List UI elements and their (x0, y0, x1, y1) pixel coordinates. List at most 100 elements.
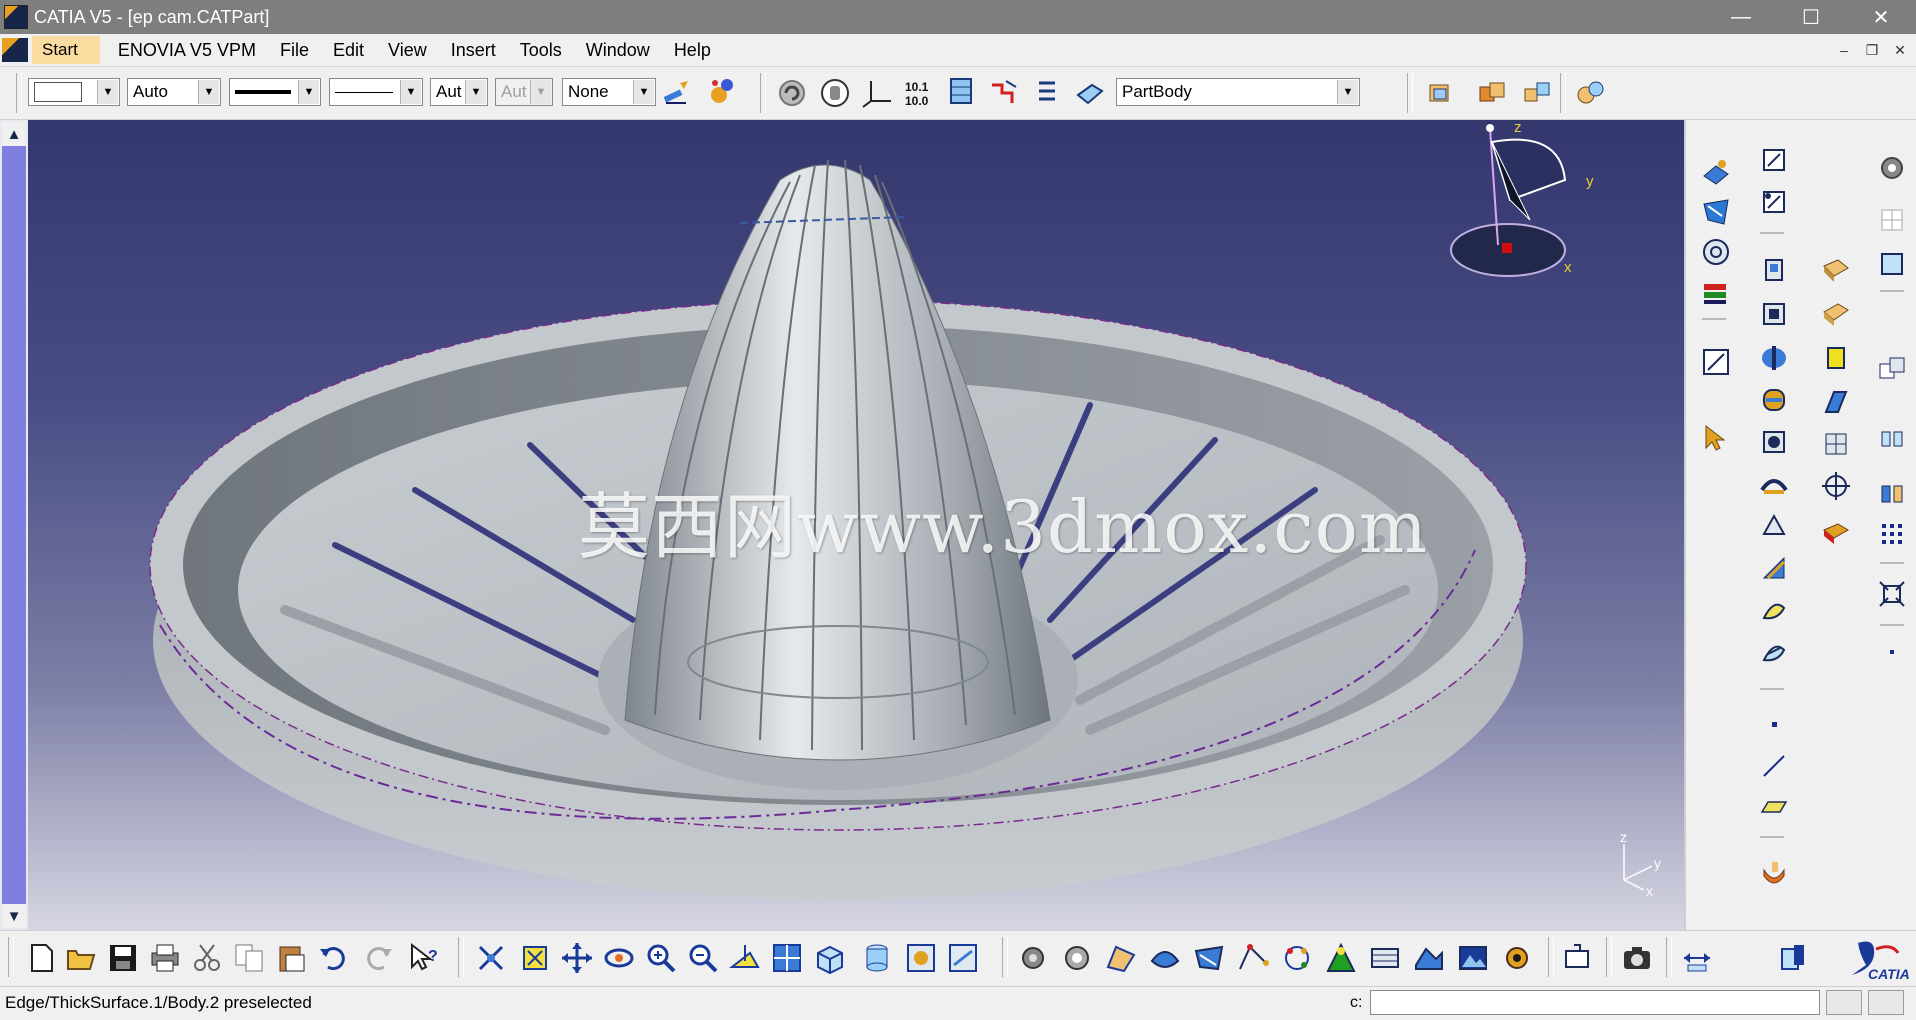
pocket-icon[interactable] (1758, 298, 1790, 330)
parameters-icon[interactable] (1031, 77, 1063, 109)
groove-icon[interactable] (1758, 384, 1790, 416)
toolbar-grip[interactable] (1606, 937, 1612, 977)
mirror-icon[interactable] (1876, 422, 1908, 454)
chevron-down-icon[interactable]: ▼ (633, 80, 654, 104)
select-icon[interactable] (1700, 422, 1732, 454)
scroll-up-icon[interactable]: ▲ (2, 122, 26, 146)
line-type-combo[interactable]: ▼ (329, 78, 423, 106)
image-icon[interactable] (1456, 941, 1490, 975)
catalog-icon[interactable] (1016, 941, 1050, 975)
update-icon[interactable] (776, 77, 808, 109)
removed-section-icon[interactable] (1758, 636, 1790, 668)
3d-viewport[interactable]: z y x z y x 莫西网www.3dmox.com ▲ ▼ (0, 120, 1684, 930)
color-combo[interactable]: ▼ (28, 78, 120, 106)
doc-minimize-button[interactable]: – (1832, 38, 1856, 62)
minimize-button[interactable]: — (1706, 0, 1776, 34)
measure-icon[interactable]: 10.110.0 (903, 77, 935, 109)
cut-icon[interactable] (190, 941, 224, 975)
boolean-icon[interactable] (1700, 276, 1732, 308)
point-icon[interactable] (1758, 708, 1790, 740)
doc-restore-button[interactable]: ❐ (1860, 38, 1884, 62)
whats-this-icon[interactable]: ? (408, 941, 442, 975)
toolbar-grip[interactable] (1560, 73, 1566, 113)
iso-view-icon[interactable] (812, 941, 846, 975)
part-body-icon[interactable] (1424, 77, 1456, 109)
transformation-icon[interactable] (1700, 236, 1732, 268)
settings-icon[interactable] (1876, 152, 1908, 184)
photo-studio-icon[interactable] (1412, 941, 1446, 975)
zoom-out-icon[interactable] (686, 941, 720, 975)
thickness-icon[interactable] (1820, 428, 1852, 460)
zoom-in-icon[interactable] (644, 941, 678, 975)
shading-icon[interactable] (860, 941, 894, 975)
status-button-2[interactable] (1868, 990, 1904, 1015)
axis-icon[interactable] (1876, 352, 1908, 384)
menu-tools[interactable]: Tools (510, 36, 576, 65)
swap-space-icon[interactable] (946, 941, 980, 975)
insert-body-icon[interactable] (1476, 77, 1508, 109)
chevron-down-icon[interactable]: ▼ (298, 80, 319, 104)
part-body-combo[interactable]: PartBody ▼ (1116, 78, 1360, 106)
document-icon[interactable] (2, 38, 28, 62)
slot-icon[interactable] (1758, 510, 1790, 542)
menu-insert[interactable]: Insert (441, 36, 510, 65)
hole-icon[interactable] (1758, 426, 1790, 458)
sketcher-icon[interactable] (1700, 346, 1732, 378)
open-icon[interactable] (64, 941, 98, 975)
chevron-down-icon[interactable]: ▼ (1337, 80, 1358, 104)
measure-item-icon[interactable] (1776, 941, 1810, 975)
pattern-grid-icon[interactable] (1876, 518, 1908, 550)
thick-surface-icon[interactable] (1758, 856, 1790, 888)
copy-icon[interactable] (232, 941, 266, 975)
line-icon[interactable] (1758, 750, 1790, 782)
simulation-icon[interactable] (1280, 941, 1314, 975)
format-painter-icon[interactable] (660, 77, 692, 109)
render-style-combo[interactable]: None ▼ (562, 78, 656, 106)
point-small-icon[interactable] (1876, 636, 1908, 668)
menu-edit[interactable]: Edit (323, 36, 378, 65)
line-weight-combo[interactable]: ▼ (229, 78, 321, 106)
draft-icon[interactable] (1820, 342, 1852, 374)
scroll-track[interactable] (2, 146, 26, 904)
apply-material-icon[interactable] (705, 75, 737, 107)
menu-window[interactable]: Window (576, 36, 664, 65)
chevron-down-icon[interactable]: ▼ (465, 80, 486, 104)
normal-view-icon[interactable] (728, 941, 762, 975)
snap-icon[interactable] (988, 77, 1020, 109)
wireframe-icon[interactable] (1368, 941, 1402, 975)
toolbar-grip[interactable] (760, 73, 766, 113)
measure-between-icon[interactable] (1680, 941, 1714, 975)
chevron-down-icon[interactable]: ▼ (198, 80, 219, 104)
fillet-icon[interactable] (1820, 254, 1852, 286)
snapshot-icon[interactable] (1560, 941, 1594, 975)
kinematics-icon[interactable] (1148, 941, 1182, 975)
scroll-down-icon[interactable]: ▼ (2, 904, 26, 928)
chevron-down-icon[interactable]: ▼ (400, 80, 421, 104)
capture-icon[interactable] (1500, 941, 1534, 975)
maximize-button[interactable]: ☐ (1776, 0, 1846, 34)
undo-icon[interactable] (316, 941, 350, 975)
catia-app-icon[interactable] (4, 5, 28, 29)
pad-icon[interactable] (1758, 254, 1790, 286)
toolbar-grip[interactable] (1548, 937, 1554, 977)
multi-view-icon[interactable] (770, 941, 804, 975)
shell-icon[interactable] (1820, 386, 1852, 418)
doc-close-button[interactable]: ✕ (1888, 38, 1912, 62)
pattern-icon[interactable] (1876, 478, 1908, 510)
multi-section-icon[interactable] (1758, 594, 1790, 626)
transparency-combo[interactable]: Auto ▼ (127, 78, 221, 106)
grid-icon[interactable] (1876, 204, 1908, 236)
menu-file[interactable]: File (270, 36, 323, 65)
remove-face-icon[interactable] (1820, 516, 1852, 548)
save-icon[interactable] (106, 941, 140, 975)
vertical-scrollbar[interactable]: ▲ ▼ (0, 120, 28, 930)
constraint-icon[interactable] (1876, 248, 1908, 280)
scan-icon[interactable] (945, 75, 977, 107)
analysis-icon[interactable] (1192, 941, 1226, 975)
close-button[interactable]: ✕ (1846, 0, 1916, 34)
fit-all-icon[interactable] (518, 941, 552, 975)
toolbar-grip[interactable] (8, 937, 14, 977)
sketch-based-icon[interactable] (1700, 156, 1732, 188)
toolbar-grip[interactable] (1002, 937, 1008, 977)
hide-show-icon[interactable] (904, 941, 938, 975)
